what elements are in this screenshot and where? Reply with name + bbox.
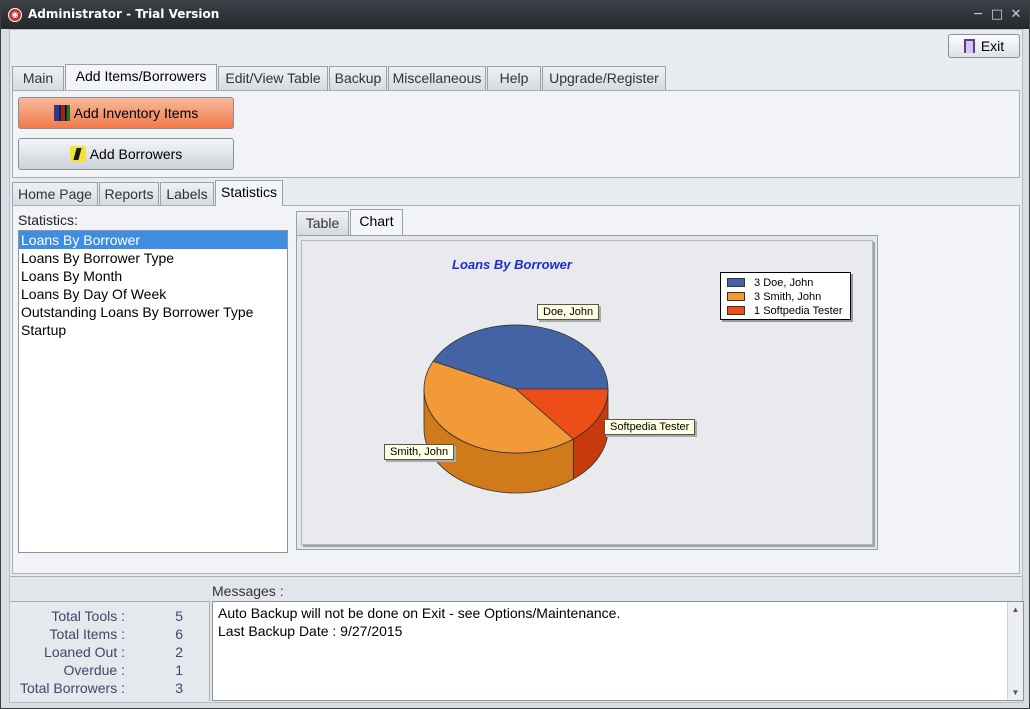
total-value: 5: [175, 608, 183, 624]
statistics-panel: Statistics: Loans By Borrower Loans By B…: [12, 205, 1020, 574]
legend-swatch: [727, 306, 745, 315]
totals-panel: Total Tools : 5 Total Items : 6 Loaned Out…: [10, 601, 210, 701]
minimize-button[interactable]: ─: [969, 6, 987, 24]
legend-value: 1: [754, 305, 761, 317]
total-label: Total Tools :: [51, 608, 125, 624]
total-row: Total Borrowers : 3: [10, 680, 210, 698]
total-label: Total Borrowers :: [19, 680, 125, 696]
add-borrowers-button[interactable]: Add Borrowers: [18, 138, 234, 170]
tab-add-items-borrowers[interactable]: Add Items/Borrowers: [65, 64, 217, 90]
legend-name: Softpedia Tester: [763, 305, 843, 317]
add-inventory-items-button[interactable]: Add Inventory Items: [18, 97, 234, 129]
legend-row: 3 Doe, John: [727, 276, 844, 290]
tab-reports[interactable]: Reports: [99, 182, 159, 206]
books-icon: [53, 105, 70, 121]
legend-swatch: [727, 278, 745, 287]
stats-item-loans-by-month[interactable]: Loans By Month: [19, 267, 287, 285]
runner-icon: [69, 146, 86, 162]
door-icon: [963, 39, 975, 53]
main-client-area: Exit Main Add Items/Borrowers Edit/View …: [9, 29, 1024, 703]
tab-statistics[interactable]: Statistics: [215, 180, 283, 206]
total-row: Loaned Out : 2: [10, 644, 210, 662]
exit-label: Exit: [980, 38, 1005, 54]
add-borrowers-label: Add Borrowers: [89, 146, 183, 162]
close-button[interactable]: ✕: [1007, 6, 1025, 24]
window-title: Administrator - Trial Version: [28, 7, 220, 21]
scroll-down-icon[interactable]: ▼: [1008, 685, 1023, 700]
chart-legend: 3 Doe, John 3 Smith, John 1 Softpedia Te…: [720, 272, 851, 320]
stats-item-outstanding-loans[interactable]: Outstanding Loans By Borrower Type: [19, 303, 287, 321]
legend-value: 3: [754, 291, 761, 303]
total-row: Total Items : 6: [10, 626, 210, 644]
total-value: 3: [175, 680, 183, 696]
statistics-label: Statistics:: [18, 212, 78, 228]
stats-item-startup[interactable]: Startup: [19, 321, 287, 339]
tab-chart[interactable]: Chart: [350, 209, 403, 235]
total-label: Loaned Out :: [44, 644, 125, 660]
statistics-list[interactable]: Loans By Borrower Loans By Borrower Type…: [18, 230, 288, 553]
chart-panel: Loans By Borrower 3 Doe, John 3 Smith, J…: [296, 235, 878, 550]
tab-labels[interactable]: Labels: [160, 182, 214, 206]
tab-table[interactable]: Table: [296, 211, 349, 235]
title-bar[interactable]: ◉ Administrator - Trial Version ─ □ ✕: [1, 1, 1029, 29]
pie-label-doe-john: Doe, John: [537, 304, 600, 320]
tab-edit-view-table[interactable]: Edit/View Table: [218, 66, 328, 90]
tab-main[interactable]: Main: [12, 66, 64, 90]
status-area: Messages : Total Tools : 5 Total Items : 6…: [10, 576, 1024, 702]
pie-label-smith-john: Smith, John: [384, 444, 455, 460]
messages-scrollbar[interactable]: ▲ ▼: [1007, 602, 1023, 700]
legend-name: Doe, John: [763, 277, 814, 289]
legend-row: 3 Smith, John: [727, 290, 844, 304]
legend-row: 1 Softpedia Tester: [727, 304, 844, 318]
messages-label: Messages :: [212, 583, 284, 599]
total-label: Overdue :: [63, 662, 125, 678]
stats-item-loans-by-borrower[interactable]: Loans By Borrower: [19, 231, 287, 249]
total-row: Overdue : 1: [10, 662, 210, 680]
chart-title: Loans By Borrower: [452, 257, 572, 272]
add-items-panel: Add Inventory Items Add Borrowers: [12, 90, 1020, 178]
app-logo-icon: ◉: [8, 8, 22, 22]
total-value: 1: [175, 662, 183, 678]
stats-item-loans-by-borrower-type[interactable]: Loans By Borrower Type: [19, 249, 287, 267]
tab-help[interactable]: Help: [487, 66, 541, 90]
total-label: Total Items :: [49, 626, 125, 642]
message-line: Auto Backup will not be done on Exit - s…: [218, 605, 621, 621]
scroll-up-icon[interactable]: ▲: [1008, 602, 1023, 617]
total-value: 2: [175, 644, 183, 660]
legend-swatch: [727, 292, 745, 301]
legend-value: 3: [754, 277, 761, 289]
total-value: 6: [175, 626, 183, 642]
exit-button[interactable]: Exit: [948, 34, 1020, 58]
maximize-button[interactable]: □: [988, 6, 1006, 24]
tab-home-page[interactable]: Home Page: [12, 182, 98, 206]
message-line: Last Backup Date : 9/27/2015: [218, 623, 403, 639]
tab-upgrade-register[interactable]: Upgrade/Register: [542, 66, 666, 90]
tab-miscellaneous[interactable]: Miscellaneous: [388, 66, 486, 90]
pie-label-softpedia-tester: Softpedia Tester: [604, 419, 696, 435]
legend-name: Smith, John: [763, 291, 822, 303]
tab-backup[interactable]: Backup: [329, 66, 387, 90]
messages-box[interactable]: Auto Backup will not be done on Exit - s…: [212, 601, 1024, 701]
add-inventory-label: Add Inventory Items: [73, 105, 199, 121]
app-window: ◉ Administrator - Trial Version ─ □ ✕ Ex…: [0, 0, 1030, 709]
stats-item-loans-by-day-of-week[interactable]: Loans By Day Of Week: [19, 285, 287, 303]
chart-area: Loans By Borrower 3 Doe, John 3 Smith, J…: [301, 240, 873, 545]
total-row: Total Tools : 5: [10, 608, 210, 626]
